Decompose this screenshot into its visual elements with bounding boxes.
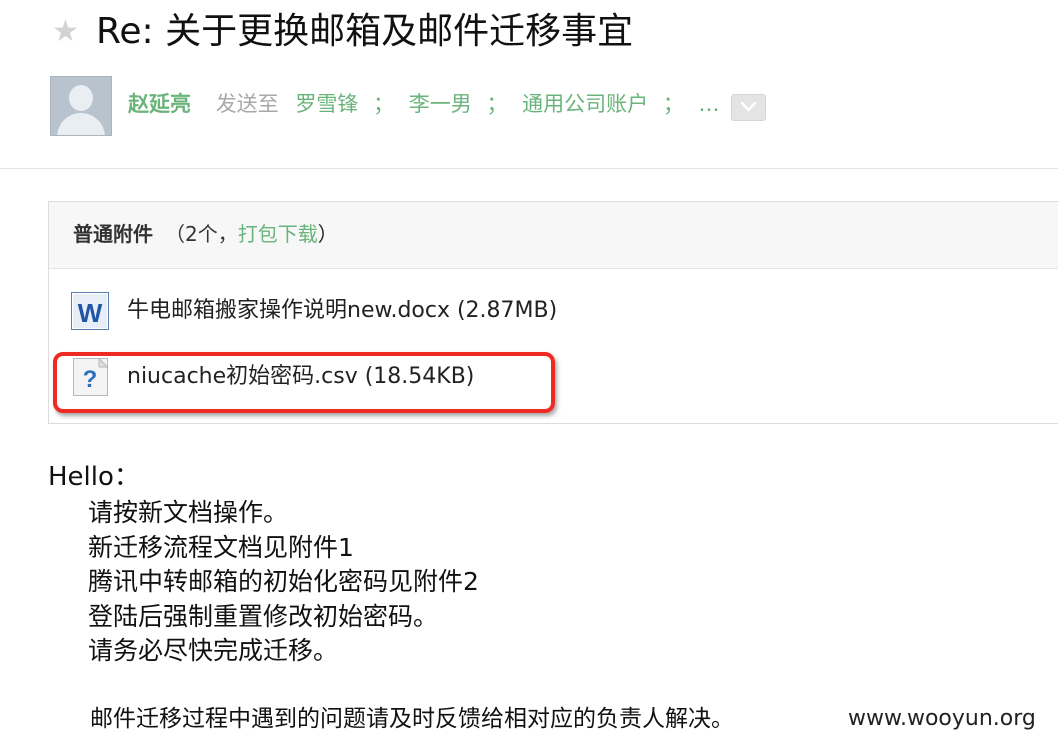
sender-row: 赵延亮 发送至 罗雪锋 ； 李一男 ； 通用公司账户 ； … [128, 88, 720, 120]
word-doc-icon: W [71, 292, 109, 330]
email-greeting: Hello： [48, 462, 140, 492]
email-view: ★ Re: 关于更换邮箱及邮件迁移事宜 赵延亮 发送至 罗雪锋 ； 李一男 ； … [0, 0, 1058, 746]
avatar-head-shape [69, 85, 93, 111]
svg-text:W: W [78, 298, 103, 328]
body-line: 请按新文档操作。 [88, 498, 289, 527]
star-icon[interactable]: ★ [52, 14, 79, 50]
sent-to-label: 发送至 [215, 92, 279, 116]
body-line: 腾讯中转邮箱的初始化密码见附件2 [88, 567, 479, 596]
email-subject: Re: 关于更换邮箱及邮件迁移事宜 [96, 11, 634, 52]
expand-recipients-button[interactable] [731, 94, 766, 121]
recipient-3[interactable]: 通用公司账户 [522, 92, 648, 116]
sender-name[interactable]: 赵延亮 [128, 92, 191, 116]
attachments-count-suffix: ） [317, 222, 338, 246]
avatar [50, 76, 112, 136]
attachments-count-prefix: （2个， [165, 222, 238, 246]
attachments-header: 普通附件 （2个，打包下载） [49, 202, 1058, 269]
red-highlight-annotation [53, 352, 555, 413]
attachments-title: 普通附件 [73, 222, 153, 246]
avatar-body-shape [57, 113, 105, 135]
email-footer-line: 邮件迁移过程中遇到的问题请及时反馈给相对应的负责人解决。 [90, 706, 734, 732]
body-line: 登陆后强制重置修改初始密码。 [88, 601, 439, 631]
watermark: www.wooyun.org [848, 704, 1036, 734]
chevron-down-icon [741, 102, 756, 112]
attachment-name[interactable]: 牛电邮箱搬家操作说明new.docx (2.87MB) [127, 296, 557, 326]
recipient-separator: ； [662, 92, 684, 116]
download-all-link[interactable]: 打包下载 [238, 222, 318, 246]
header-divider [0, 168, 1058, 169]
body-line: 新迁移流程文档见附件1 [88, 532, 354, 562]
recipient-separator: ； [486, 92, 508, 116]
email-body: 请按新文档操作。 新迁移流程文档见附件1 腾讯中转邮箱的初始化密码见附件2 登陆… [88, 496, 479, 669]
recipient-2[interactable]: 李一男 [409, 92, 472, 116]
body-line: 请务必尽快完成迁移。 [88, 636, 339, 665]
recipient-1[interactable]: 罗雪锋 [295, 92, 358, 116]
more-recipients[interactable]: … [699, 92, 720, 116]
recipient-separator: ； [373, 92, 395, 116]
